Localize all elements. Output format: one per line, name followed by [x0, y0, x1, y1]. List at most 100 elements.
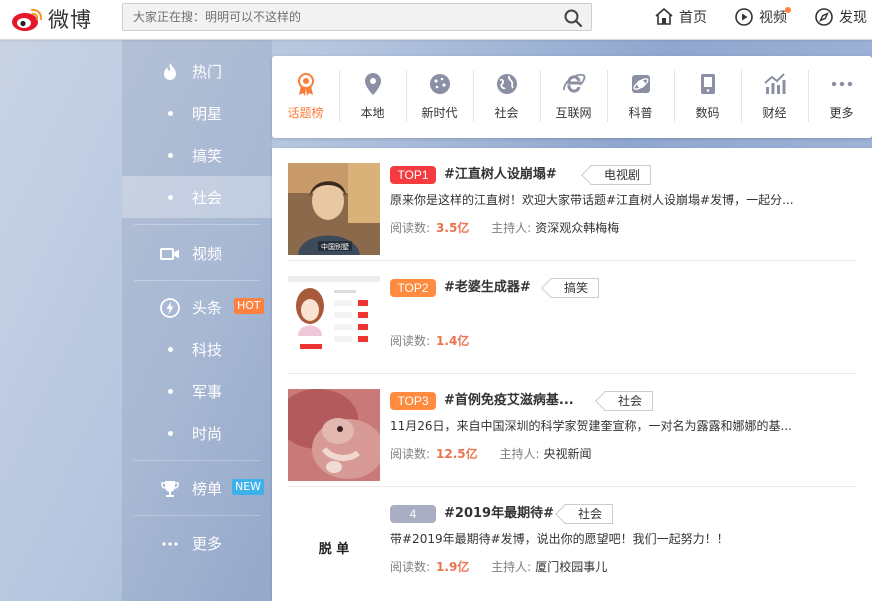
sidebar-item-label: 明星 — [192, 104, 223, 123]
sidebar-item-ranking[interactable]: 榜单 NEW — [122, 467, 272, 509]
sidebar-item-star[interactable]: 明星 — [122, 92, 272, 134]
logo-text: 微博 — [48, 8, 92, 32]
host-label: 主持人: — [491, 221, 532, 235]
nav-discover-label: 发现 — [839, 10, 867, 26]
thumbnail-caption: 中国别墅 — [321, 242, 349, 251]
hot-badge: HOT — [234, 298, 264, 314]
topic-category-tag[interactable]: 搞笑 — [550, 278, 600, 298]
sidebar-item-label: 更多 — [192, 534, 223, 553]
weibo-logo-icon — [12, 8, 43, 31]
tab-label: 科普 — [628, 106, 653, 120]
topic-thumbnail[interactable]: 脱 单 — [288, 502, 380, 594]
video-icon — [735, 8, 753, 26]
tab-local[interactable]: 本地 — [339, 56, 406, 138]
topic-thumbnail[interactable] — [288, 276, 380, 368]
tab-label: 更多 — [829, 106, 854, 120]
topic-thumbnail-image — [288, 389, 380, 481]
topic-title[interactable]: #2019年最期待# — [444, 505, 554, 523]
tab-internet[interactable]: 互联网 — [540, 56, 607, 138]
host-name[interactable]: 资深观众韩梅梅 — [535, 221, 619, 235]
location-icon — [365, 73, 381, 95]
bullet-icon — [168, 431, 173, 436]
planet-icon — [632, 75, 650, 93]
sidebar-item-tech[interactable]: 科技 — [122, 328, 272, 370]
sidebar-item-label: 时尚 — [192, 424, 223, 443]
rank-badge: TOP3 — [390, 392, 436, 410]
top-nav-bar: 微博 首页 视频 发现 — [0, 0, 872, 40]
topic-list: 中国别墅 TOP1 #江直树人设崩塌# 电视剧 原来你是这样的江直树！欢迎大家带… — [272, 148, 872, 601]
search-icon[interactable] — [563, 8, 583, 28]
topic-thumbnail-image: 中国别墅 — [288, 163, 380, 255]
sidebar-item-funny[interactable]: 搞笑 — [122, 134, 272, 176]
sidebar-item-fashion[interactable]: 时尚 — [122, 412, 272, 454]
thumbnail-text: 脱 单 — [319, 541, 350, 557]
host-name[interactable]: 厦门校园事儿 — [535, 560, 607, 574]
host-label: 主持人: — [491, 560, 532, 574]
read-count: 1.4亿 — [436, 334, 470, 348]
tab-science[interactable]: 科普 — [607, 56, 674, 138]
globe-icon — [497, 74, 517, 94]
topic-row[interactable]: TOP2 #老婆生成器# 搞笑 阅读数: 1.4亿 — [288, 261, 856, 374]
read-count-label: 阅读数: — [390, 221, 431, 235]
sidebar-item-hot[interactable]: 热门 — [122, 50, 272, 92]
tab-label: 社会 — [494, 106, 519, 120]
topic-row[interactable]: 脱 单 4 #2019年最期待# 社会 带#2019年最期待#发博，说出你的愿望… — [288, 487, 856, 600]
tab-society[interactable]: 社会 — [473, 56, 540, 138]
tab-label: 财经 — [762, 106, 787, 120]
trophy-icon — [161, 481, 179, 497]
sidebar-divider — [134, 280, 260, 281]
nav-discover[interactable]: 发现 — [814, 6, 867, 28]
tab-new-era[interactable]: 新时代 — [406, 56, 473, 138]
topic-meta: 阅读数: 1.9亿 主持人: 厦门校园事儿 — [390, 559, 607, 575]
read-count: 12.5亿 — [436, 447, 478, 461]
ie-icon — [563, 73, 586, 93]
topic-meta: 阅读数: 3.5亿 主持人: 资深观众韩梅梅 — [390, 220, 619, 236]
topic-category-tag[interactable]: 社会 — [604, 391, 654, 411]
tab-digital[interactable]: 数码 — [674, 56, 741, 138]
weibo-logo[interactable]: 微博 — [10, 4, 120, 34]
flame-icon — [164, 63, 176, 80]
tab-more[interactable]: 更多 — [808, 56, 872, 138]
topic-thumbnail-image: 脱 单 — [288, 502, 380, 594]
search-input[interactable] — [123, 4, 553, 30]
nav-home[interactable]: 首页 — [654, 6, 707, 28]
camera-icon — [160, 248, 179, 260]
rank-badge: TOP2 — [390, 279, 436, 297]
nav-video-label: 视频 — [759, 10, 787, 26]
sidebar-item-video[interactable]: 视频 — [122, 232, 272, 274]
read-count: 1.9亿 — [436, 560, 470, 574]
tab-finance[interactable]: 财经 — [741, 56, 808, 138]
home-icon — [655, 8, 673, 25]
sidebar-item-society[interactable]: 社会 — [122, 176, 272, 218]
topic-title[interactable]: #江直树人设崩塌# — [444, 166, 557, 184]
read-count-label: 阅读数: — [390, 447, 431, 461]
rank-badge: TOP1 — [390, 166, 436, 184]
tab-topic-ranking[interactable]: 话题榜 — [272, 56, 339, 138]
nav-home-label: 首页 — [679, 10, 707, 26]
host-name[interactable]: 央视新闻 — [544, 447, 592, 461]
rank-badge: 4 — [390, 505, 436, 523]
sidebar-item-headline[interactable]: 头条 HOT — [122, 286, 272, 328]
topic-thumbnail[interactable]: 中国别墅 — [288, 163, 380, 255]
sidebar-item-label: 社会 — [192, 188, 223, 207]
sidebar-divider — [134, 515, 260, 516]
topic-description: 带#2019年最期待#发博，说出你的愿望吧！我们一起努力！！ — [390, 532, 729, 546]
compass-icon — [815, 8, 833, 26]
sidebar-item-more[interactable]: 更多 — [122, 522, 272, 564]
search-box — [122, 3, 592, 31]
topic-category-tag[interactable]: 社会 — [564, 504, 614, 524]
sidebar-item-label: 军事 — [192, 382, 223, 401]
nav-video[interactable]: 视频 — [734, 6, 791, 28]
topic-row[interactable]: TOP3 #首例免疫艾滋病基... 社会 11月26日，来自中国深圳的科学家贺建… — [288, 374, 856, 487]
sidebar-item-military[interactable]: 军事 — [122, 370, 272, 412]
bullet-icon — [168, 111, 173, 116]
topic-thumbnail[interactable] — [288, 389, 380, 481]
topic-category-tag[interactable]: 电视剧 — [590, 165, 652, 185]
sidebar-divider — [134, 224, 260, 225]
topic-title[interactable]: #老婆生成器# — [444, 279, 531, 297]
topic-row[interactable]: 中国别墅 TOP1 #江直树人设崩塌# 电视剧 原来你是这样的江直树！欢迎大家带… — [288, 148, 856, 261]
phone-icon — [701, 74, 715, 94]
tab-label: 新时代 — [421, 106, 458, 120]
topic-title[interactable]: #首例免疫艾滋病基... — [444, 392, 574, 410]
bullet-icon — [168, 153, 173, 158]
